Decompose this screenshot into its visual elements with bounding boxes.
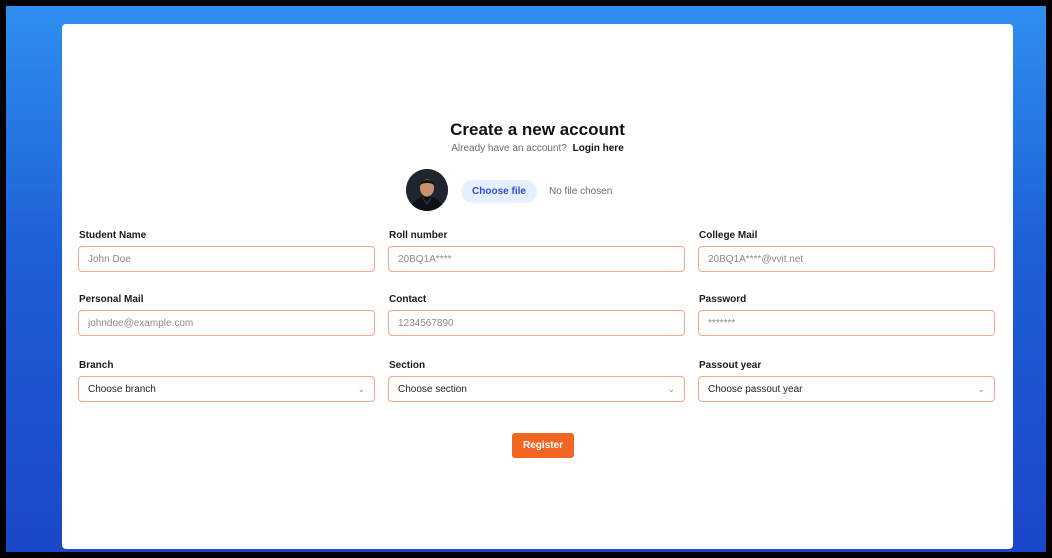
chevron-down-icon: ⌄ bbox=[977, 383, 985, 394]
login-link[interactable]: Login here bbox=[573, 143, 624, 154]
contact-input[interactable] bbox=[388, 310, 685, 336]
branch-label: Branch bbox=[79, 360, 114, 371]
chevron-down-icon: ⌄ bbox=[667, 383, 675, 394]
page-background: Create a new account Already have an acc… bbox=[6, 6, 1046, 552]
section-label: Section bbox=[389, 360, 426, 371]
login-prompt-text: Already have an account? bbox=[451, 143, 567, 154]
college-mail-label: College Mail bbox=[699, 230, 758, 241]
passout-year-label: Passout year bbox=[699, 360, 762, 371]
choose-file-button[interactable]: Choose file bbox=[461, 180, 537, 203]
profile-photo-icon bbox=[406, 169, 448, 211]
chevron-down-icon: ⌄ bbox=[357, 383, 365, 394]
college-mail-input[interactable] bbox=[698, 246, 995, 272]
file-status-text: No file chosen bbox=[549, 186, 613, 197]
contact-label: Contact bbox=[389, 294, 427, 305]
password-input[interactable] bbox=[698, 310, 995, 336]
password-label: Password bbox=[699, 294, 747, 305]
branch-select-value: Choose branch bbox=[88, 383, 156, 395]
passout-year-select[interactable]: Choose passout year ⌄ bbox=[698, 376, 995, 402]
roll-number-label: Roll number bbox=[389, 230, 448, 241]
student-name-input[interactable] bbox=[78, 246, 375, 272]
register-card: Create a new account Already have an acc… bbox=[62, 24, 1013, 549]
student-name-label: Student Name bbox=[79, 230, 147, 241]
passout-year-select-value: Choose passout year bbox=[708, 383, 803, 395]
personal-mail-input[interactable] bbox=[78, 310, 375, 336]
register-button[interactable]: Register bbox=[512, 433, 574, 458]
page-title: Create a new account bbox=[450, 120, 625, 139]
personal-mail-label: Personal Mail bbox=[79, 294, 144, 305]
section-select-value: Choose section bbox=[398, 383, 467, 395]
login-prompt: Already have an account? Login here bbox=[62, 143, 1013, 154]
section-select[interactable]: Choose section ⌄ bbox=[388, 376, 685, 402]
roll-number-input[interactable] bbox=[388, 246, 685, 272]
avatar bbox=[406, 169, 448, 211]
branch-select[interactable]: Choose branch ⌄ bbox=[78, 376, 375, 402]
